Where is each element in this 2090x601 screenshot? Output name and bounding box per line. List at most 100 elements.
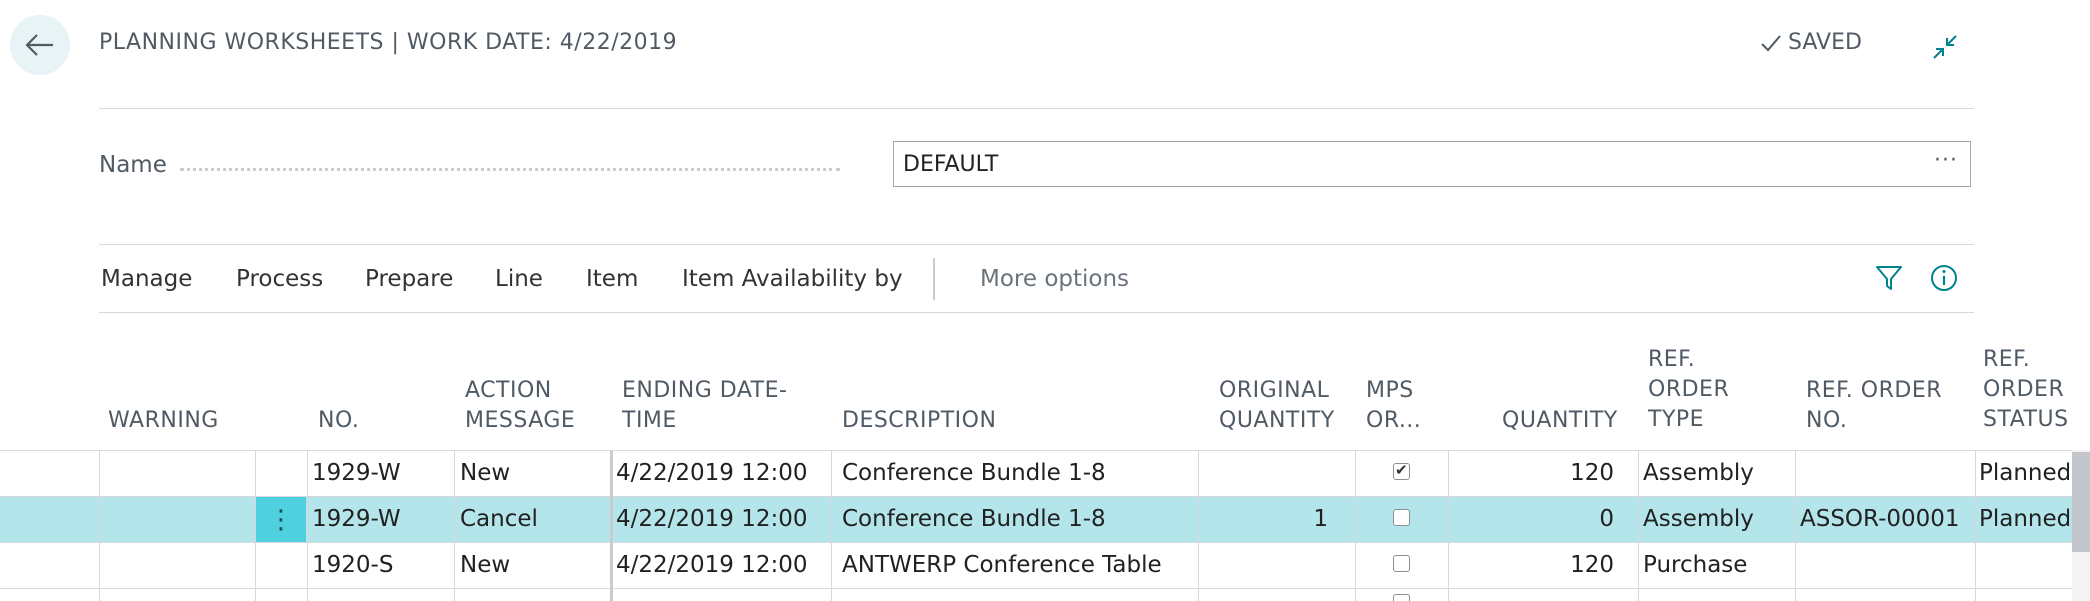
table-scrollbar-thumb[interactable] xyxy=(2072,452,2090,552)
cell-ref-order-status[interactable]: Planned xyxy=(1979,506,2069,532)
name-input[interactable]: DEFAULT ··· xyxy=(893,141,1971,187)
col-divider xyxy=(99,451,100,601)
col-header-no[interactable]: NO. xyxy=(318,406,359,436)
more-vertical-icon: ⋮ xyxy=(268,505,294,535)
saved-label: SAVED xyxy=(1788,30,1862,55)
col-header-mps-order[interactable]: MPS OR... xyxy=(1366,376,1421,436)
col-divider xyxy=(1638,451,1639,601)
col-header-ref-order-type[interactable]: REF. ORDER TYPE xyxy=(1648,345,1729,435)
name-leader-dots xyxy=(180,168,840,171)
col-header-refno-line1: REF. ORDER xyxy=(1806,378,1943,403)
name-value: DEFAULT xyxy=(903,152,999,177)
partial-row-checkbox[interactable] xyxy=(1393,594,1410,601)
name-label: Name xyxy=(99,152,167,178)
col-header-quantity[interactable]: QUANTITY xyxy=(1502,406,1618,436)
col-header-refstatus-line1: REF. xyxy=(1983,347,2031,372)
col-header-original-quantity[interactable]: ORIGINAL QUANTITY xyxy=(1219,376,1335,436)
table-row-selected[interactable]: ⋮ 1929-W Cancel 4/22/2019 12:00 ... Conf… xyxy=(0,497,2072,543)
col-header-action-message-line2: MESSAGE xyxy=(465,408,576,433)
col-header-reftype-line2: ORDER xyxy=(1648,377,1730,402)
menu-prepare[interactable]: Prepare xyxy=(365,266,453,292)
col-divider xyxy=(307,451,308,601)
header-divider xyxy=(99,108,1974,109)
col-divider xyxy=(1975,451,1976,601)
filter-icon xyxy=(1876,266,1902,290)
cell-no[interactable]: 1929-W xyxy=(312,460,401,486)
collapse-icon xyxy=(1933,35,1957,59)
name-lookup-button[interactable]: ··· xyxy=(1934,148,1958,173)
col-divider xyxy=(255,451,256,601)
action-bar-top-divider xyxy=(99,244,1974,245)
col-divider xyxy=(831,451,832,601)
col-header-orig-line2: QUANTITY xyxy=(1219,408,1335,433)
row-divider xyxy=(0,588,2072,589)
col-header-mps-line1: MPS xyxy=(1366,378,1414,403)
col-header-mps-line2: OR... xyxy=(1366,408,1422,433)
col-header-reftype-line3: TYPE xyxy=(1648,407,1705,432)
col-divider xyxy=(1198,451,1199,601)
row-actions-button[interactable]: ⋮ xyxy=(256,497,306,543)
cell-ref-order-type[interactable]: Assembly xyxy=(1643,506,1754,532)
col-header-action-message[interactable]: ACTION MESSAGE xyxy=(465,376,575,436)
col-header-ref-order-no[interactable]: REF. ORDER NO. xyxy=(1806,376,1942,436)
cell-action-message[interactable]: New xyxy=(460,552,510,578)
action-bar-bottom-divider xyxy=(99,312,1974,313)
cell-action-message[interactable]: New xyxy=(460,460,510,486)
cell-ref-order-status[interactable]: Planned xyxy=(1979,460,2069,486)
table-row[interactable]: 1929-W New 4/22/2019 12:00 ... Conferenc… xyxy=(0,451,2072,497)
cell-description[interactable]: Conference Bundle 1-8 xyxy=(842,460,1106,486)
cell-quantity[interactable]: 120 xyxy=(1450,460,1614,486)
col-divider xyxy=(454,451,455,601)
col-header-refstatus-line3: STATUS xyxy=(1983,407,2069,432)
info-icon xyxy=(1931,265,1957,291)
col-header-reftype-line1: REF. xyxy=(1648,347,1696,372)
page-title: PLANNING WORKSHEETS | WORK DATE: 4/22/20… xyxy=(99,30,678,55)
col-header-refstatus-line2: ORDER xyxy=(1983,377,2065,402)
arrow-left-icon xyxy=(25,34,53,56)
cell-no[interactable]: 1920-S xyxy=(312,552,393,578)
table-row[interactable]: 1920-S New 4/22/2019 12:00 ... ANTWERP C… xyxy=(0,543,2072,589)
cell-ref-order-type[interactable]: Purchase xyxy=(1643,552,1747,578)
col-divider xyxy=(1795,451,1796,601)
col-divider xyxy=(610,451,613,601)
cell-mps-order-checkbox[interactable] xyxy=(1393,461,1410,480)
col-header-ending-line2: TIME xyxy=(622,408,677,433)
col-header-action-message-line1: ACTION xyxy=(465,378,552,403)
col-header-ending-date-time[interactable]: ENDING DATE- TIME xyxy=(622,376,787,436)
col-header-ending-line1: ENDING DATE- xyxy=(622,378,788,403)
menu-manage[interactable]: Manage xyxy=(101,266,192,292)
col-header-refno-line2: NO. xyxy=(1806,408,1848,433)
more-options-button[interactable]: More options xyxy=(980,266,1129,292)
cell-no[interactable]: 1929-W xyxy=(312,506,401,532)
collapse-button[interactable] xyxy=(1930,32,1960,62)
info-button[interactable] xyxy=(1929,263,1959,293)
cell-mps-order-checkbox[interactable] xyxy=(1393,555,1410,572)
cell-ref-order-type[interactable]: Assembly xyxy=(1643,460,1754,486)
cell-description[interactable]: ANTWERP Conference Table xyxy=(842,552,1162,578)
saved-status: SAVED xyxy=(1760,30,1862,55)
action-bar-separator xyxy=(933,258,935,300)
menu-line[interactable]: Line xyxy=(495,266,543,292)
cell-ending-date-time[interactable]: 4/22/2019 12:00 ... xyxy=(616,552,816,578)
menu-item[interactable]: Item xyxy=(586,266,638,292)
cell-ending-date-time[interactable]: 4/22/2019 12:00 ... xyxy=(616,506,816,532)
cell-ref-order-no[interactable]: ASSOR-00001 xyxy=(1800,506,1960,532)
cell-quantity[interactable]: 0 xyxy=(1450,506,1614,532)
col-header-ref-order-status[interactable]: REF. ORDER STATUS xyxy=(1983,345,2069,435)
col-divider xyxy=(1355,451,1356,601)
col-divider xyxy=(1448,451,1449,601)
col-header-warning[interactable]: WARNING xyxy=(108,406,219,436)
cell-action-message[interactable]: Cancel xyxy=(460,506,538,532)
filter-button[interactable] xyxy=(1874,263,1904,293)
menu-process[interactable]: Process xyxy=(236,266,323,292)
back-button[interactable] xyxy=(10,15,70,75)
checkmark-icon xyxy=(1761,34,1781,51)
cell-quantity[interactable]: 120 xyxy=(1450,552,1614,578)
col-header-orig-line1: ORIGINAL xyxy=(1219,378,1330,403)
col-header-description[interactable]: DESCRIPTION xyxy=(842,406,996,436)
menu-item-availability[interactable]: Item Availability by xyxy=(682,266,903,292)
cell-description[interactable]: Conference Bundle 1-8 xyxy=(842,506,1106,532)
cell-ending-date-time[interactable]: 4/22/2019 12:00 ... xyxy=(616,460,816,486)
cell-mps-order-checkbox[interactable] xyxy=(1393,509,1410,526)
cell-original-quantity[interactable]: 1 xyxy=(1200,506,1328,532)
